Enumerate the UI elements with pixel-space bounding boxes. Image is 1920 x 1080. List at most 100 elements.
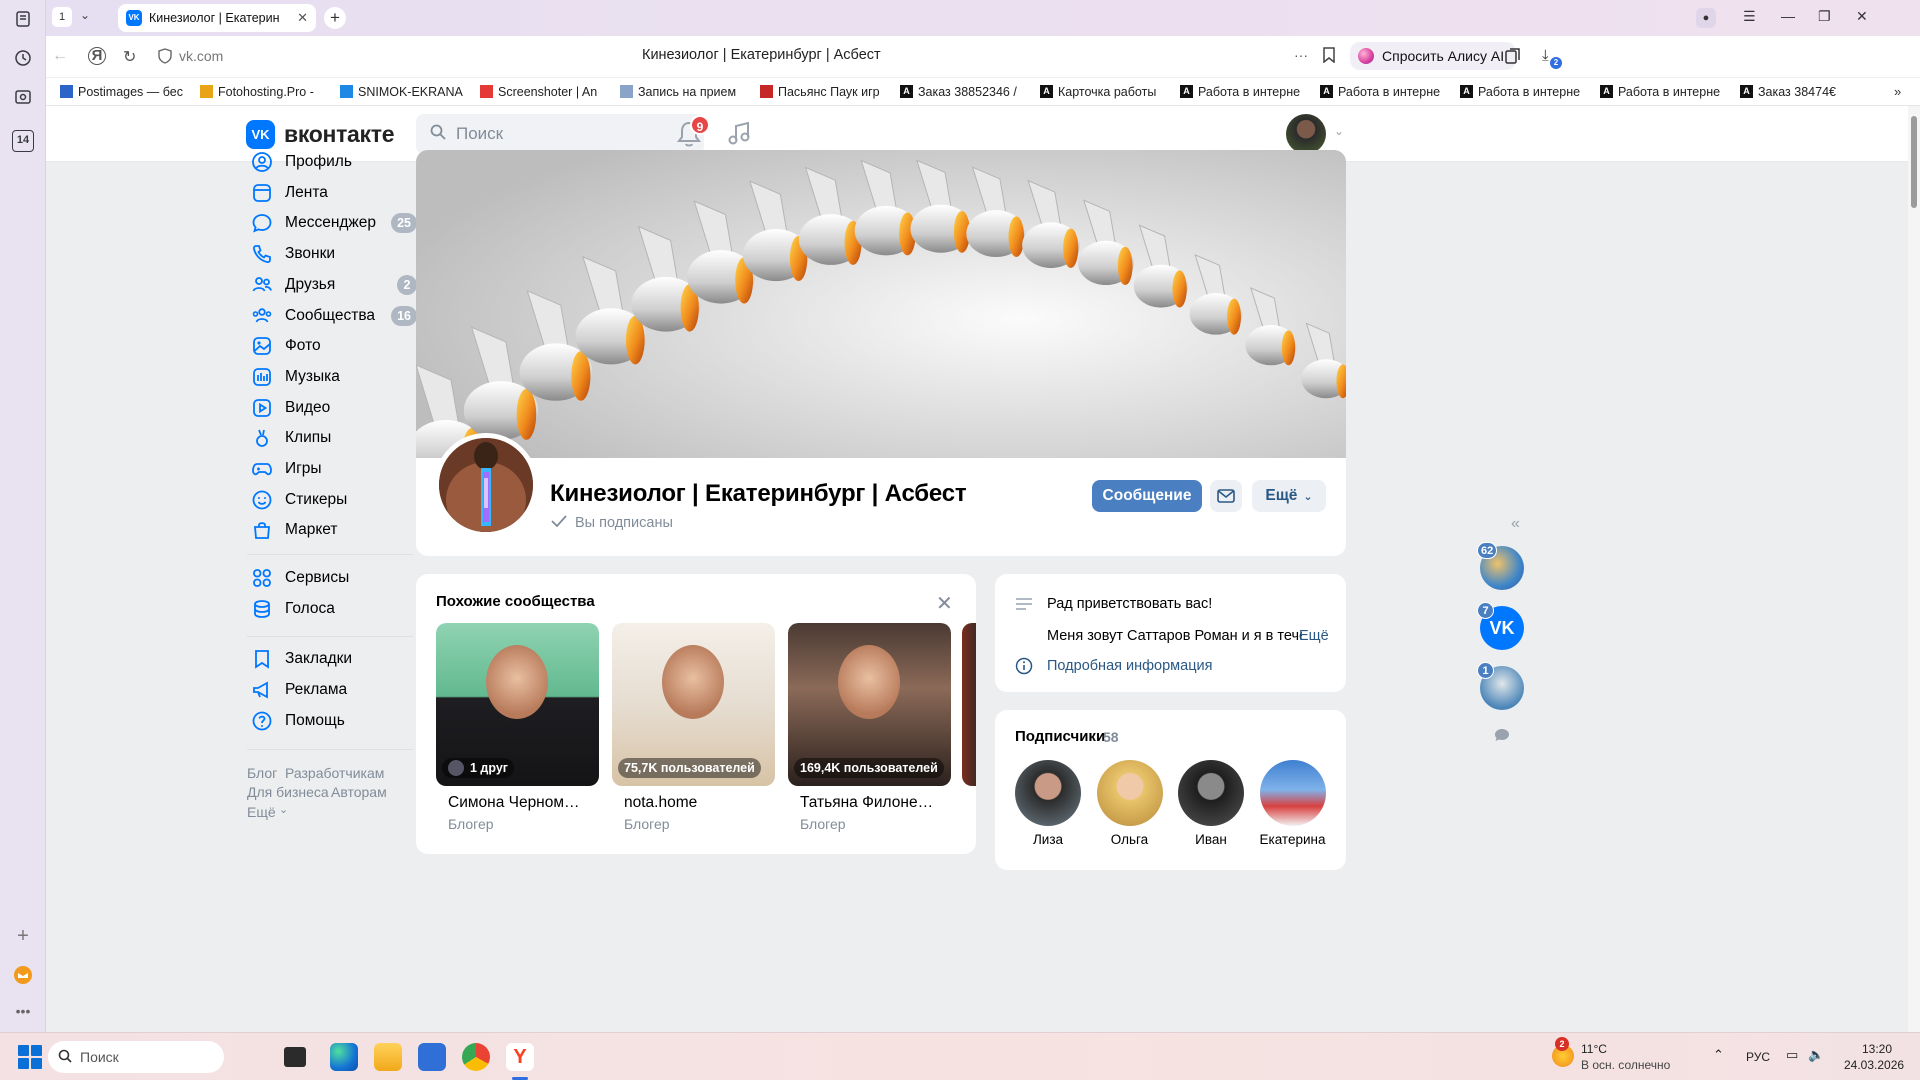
sidebar-item-games[interactable]: Игры: [247, 454, 417, 484]
account-chevron-icon[interactable]: ⌄: [1334, 124, 1344, 138]
tab-counter[interactable]: 1: [52, 7, 72, 27]
task-view-icon[interactable]: [284, 1047, 306, 1067]
menu-icon[interactable]: ☰: [1743, 8, 1756, 25]
subscribers-title[interactable]: Подписчики: [1015, 728, 1105, 745]
side-badge[interactable]: 14: [12, 130, 34, 152]
sidebar-item-coins[interactable]: Голоса: [247, 594, 417, 624]
tabs-panel-icon[interactable]: [12, 10, 34, 32]
details-link[interactable]: Подробная информация: [1047, 658, 1212, 674]
ask-alice-button[interactable]: Спросить Алису AI: [1350, 42, 1517, 70]
close-window-icon[interactable]: ✕: [1856, 8, 1868, 25]
subscriber-item[interactable]: Иван: [1178, 760, 1244, 847]
new-tab-button[interactable]: +: [324, 7, 346, 29]
footer-link[interactable]: Авторам: [331, 784, 387, 800]
bookmark-item[interactable]: SNIMOK-EKRANA: [340, 85, 480, 99]
close-icon[interactable]: ✕: [936, 591, 953, 616]
similar-community-card[interactable]: 169,4K пользователей Татьяна Филоненко Бло…: [788, 623, 951, 843]
footer-link[interactable]: Блог: [247, 765, 277, 781]
taskbar-search[interactable]: Поиск: [48, 1041, 224, 1073]
subscriber-item[interactable]: Екатерина: [1259, 760, 1326, 847]
yandex-icon[interactable]: Я: [88, 47, 106, 65]
bookmark-item[interactable]: Screenshoter | An: [480, 85, 620, 99]
sidebar-item-market[interactable]: Маркет: [247, 515, 417, 545]
screenshot-icon[interactable]: [12, 88, 34, 110]
subscribed-status[interactable]: Вы подписаны: [551, 515, 673, 531]
weather-desc[interactable]: В осн. солнечно: [1581, 1058, 1670, 1072]
clock-time[interactable]: 13:20: [1862, 1042, 1892, 1056]
reload-icon[interactable]: ↻: [123, 47, 136, 67]
page-scrollbar[interactable]: [1908, 106, 1920, 1032]
bookmark-item[interactable]: A Работа в интерне: [1320, 85, 1460, 99]
downloads-icon[interactable]: ⤓ 2: [1542, 47, 1562, 69]
sidebar-item-communities[interactable]: Сообщества 16: [247, 301, 417, 331]
sidebar-item-services[interactable]: Сервисы: [247, 563, 417, 593]
yandex-browser-icon[interactable]: Y: [506, 1043, 534, 1071]
tab-list-chevron-icon[interactable]: ⌄: [80, 8, 90, 22]
more-dots-icon[interactable]: •••: [12, 1000, 34, 1022]
back-icon[interactable]: ←: [52, 47, 68, 65]
restore-icon[interactable]: ❐: [1818, 8, 1831, 25]
info-more-link[interactable]: Ещё: [1299, 628, 1329, 644]
sidebar-item-profile[interactable]: Профиль: [247, 147, 417, 177]
footer-link[interactable]: Для бизнеса: [247, 784, 329, 800]
bookmark-add-icon[interactable]: [1322, 47, 1336, 68]
windows-start-icon[interactable]: [18, 1045, 42, 1069]
vk-logo[interactable]: VK вконтакте: [246, 120, 395, 149]
bookmark-item[interactable]: Пасьянс Паук игр: [760, 85, 900, 99]
add-panel-icon[interactable]: +: [12, 925, 34, 947]
bookmark-item[interactable]: Fotohosting.Pro -: [200, 85, 340, 99]
volume-icon[interactable]: 🔈: [1808, 1047, 1824, 1063]
sidebar-item-friends[interactable]: Друзья 2: [247, 270, 417, 300]
sidebar-item-messenger[interactable]: Мессенджер 25: [247, 208, 417, 238]
page-actions-icon[interactable]: ···: [1294, 47, 1308, 63]
mail-app-icon[interactable]: [12, 965, 34, 987]
similar-community-card[interactable]: 1 друг Симона Черномор... Блогер: [436, 623, 599, 843]
vk-search[interactable]: [416, 114, 704, 154]
tab-close-icon[interactable]: ✕: [297, 10, 308, 26]
sidebar-item-music[interactable]: Музыка: [247, 362, 417, 392]
profile-icon[interactable]: ●: [1696, 8, 1716, 28]
collapse-rail-icon[interactable]: «: [1511, 515, 1520, 533]
chat-bubble-icon[interactable]: [1494, 728, 1510, 745]
url-text[interactable]: vk.com: [179, 48, 223, 64]
bookmark-item[interactable]: A Карточка работы: [1040, 85, 1180, 99]
language-indicator[interactable]: РУС: [1746, 1050, 1770, 1064]
collections-icon[interactable]: [1504, 47, 1522, 70]
tray-chevron-icon[interactable]: ⌃: [1713, 1047, 1724, 1063]
sidebar-item-phone[interactable]: Звонки: [247, 239, 417, 269]
search-input[interactable]: [456, 124, 676, 144]
more-button[interactable]: Ещё ⌄: [1252, 480, 1326, 512]
subscriber-item[interactable]: Лиза: [1015, 760, 1081, 847]
sidebar-item-photo[interactable]: Фото: [247, 331, 417, 361]
sidebar-item-help[interactable]: Помощь: [247, 706, 417, 736]
edge-icon[interactable]: [330, 1043, 358, 1071]
mail-button[interactable]: [1210, 480, 1242, 512]
notifications-button[interactable]: 9: [676, 115, 710, 150]
bookmarks-overflow-icon[interactable]: »: [1894, 84, 1901, 99]
bookmark-item[interactable]: A Заказ 38852346 /: [900, 85, 1040, 99]
minimize-icon[interactable]: —: [1781, 8, 1795, 24]
bookmark-item[interactable]: A Работа в интерне: [1460, 85, 1600, 99]
sidebar-item-video[interactable]: Видео: [247, 393, 417, 423]
footer-link[interactable]: Ещё: [247, 804, 276, 820]
scrollbar-thumb[interactable]: [1911, 116, 1917, 208]
bookmark-item[interactable]: A Работа в интерне: [1600, 85, 1740, 99]
clock-date[interactable]: 24.03.2026: [1844, 1058, 1904, 1072]
bookmark-item[interactable]: Postimages — бес: [60, 85, 200, 99]
similar-next-card-peek[interactable]: [962, 623, 976, 786]
similar-community-card[interactable]: 75,7K пользователей nota.home Блогер: [612, 623, 775, 843]
chrome-icon[interactable]: [462, 1043, 490, 1071]
bookmark-item[interactable]: A Работа в интерне: [1180, 85, 1320, 99]
sidebar-item-stickers[interactable]: Стикеры: [247, 485, 417, 515]
history-icon[interactable]: [12, 49, 34, 71]
sidebar-item-bookmark[interactable]: Закладки: [247, 644, 417, 674]
sidebar-item-megaphone[interactable]: Реклама: [247, 675, 417, 705]
bookmark-item[interactable]: A Заказ 38474€: [1740, 85, 1880, 99]
group-avatar[interactable]: [434, 433, 538, 537]
file-explorer-icon[interactable]: [374, 1043, 402, 1071]
footer-more-chevron-icon[interactable]: ⌄: [279, 803, 288, 816]
message-button[interactable]: Сообщение: [1092, 480, 1202, 512]
user-avatar[interactable]: [1286, 114, 1326, 154]
footer-link[interactable]: Разработчикам: [285, 765, 384, 781]
sidebar-item-clips[interactable]: Клипы: [247, 423, 417, 453]
